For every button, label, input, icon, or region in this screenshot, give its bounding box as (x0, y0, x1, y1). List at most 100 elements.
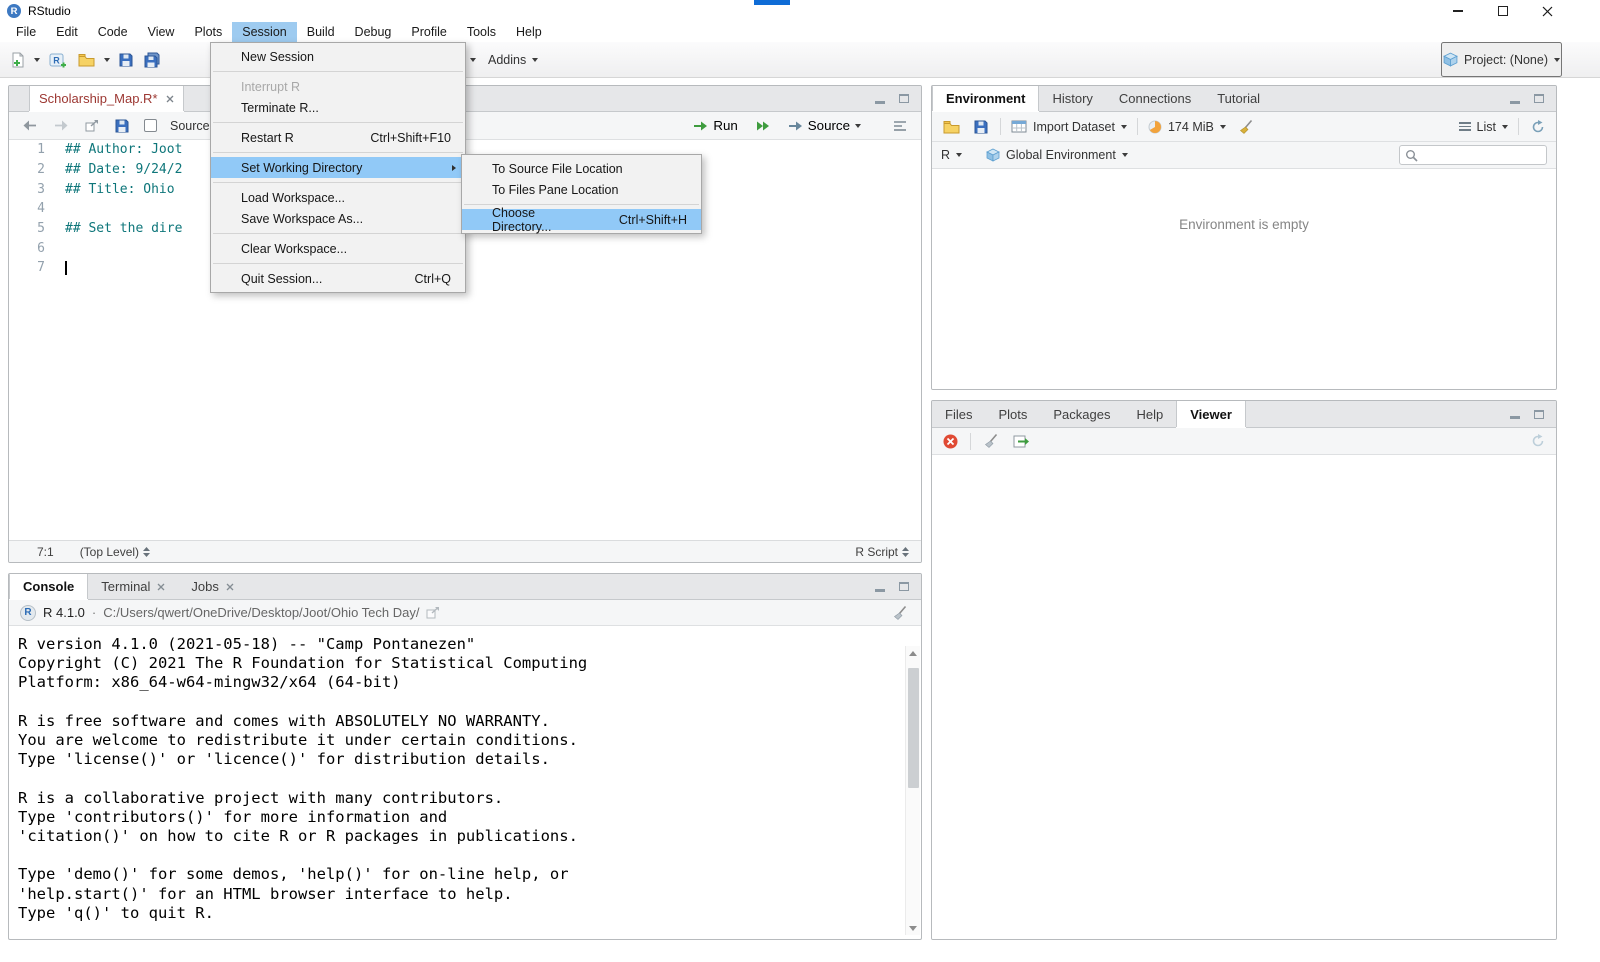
minimize-pane-icon[interactable] (875, 100, 885, 104)
minimize-pane-icon[interactable] (875, 588, 885, 592)
cursor-position: 7:1 (37, 544, 54, 559)
open-file-button[interactable] (76, 47, 97, 73)
environment-search-input[interactable] (1423, 148, 1541, 162)
back-button[interactable] (21, 113, 39, 139)
menu-build[interactable]: Build (297, 22, 345, 42)
menu-item-quit-session[interactable]: Quit Session... Ctrl+Q (211, 268, 465, 289)
save-document-button[interactable] (113, 113, 131, 139)
popout-icon[interactable] (426, 606, 440, 619)
source-button[interactable]: Source (786, 113, 863, 139)
clear-console-button[interactable] (890, 600, 910, 626)
menu-item-new-session[interactable]: New Session (211, 46, 465, 67)
export-viewer-button[interactable] (1011, 428, 1031, 454)
menu-debug[interactable]: Debug (345, 22, 402, 42)
print-dropdown-caret[interactable] (470, 57, 476, 62)
menu-item-choose-directory[interactable]: Choose Directory... Ctrl+Shift+H (462, 206, 701, 234)
menu-help[interactable]: Help (506, 22, 552, 42)
document-outline-button[interactable] (891, 113, 909, 139)
open-recent-dropdown-caret[interactable] (104, 57, 110, 62)
forward-button[interactable] (52, 113, 70, 139)
menu-item-restart-r[interactable]: Restart R Ctrl+Shift+F10 (211, 127, 465, 148)
tab-terminal[interactable]: Terminal (88, 574, 178, 599)
tab-files[interactable]: Files (932, 401, 985, 427)
menu-edit[interactable]: Edit (46, 22, 88, 42)
maximize-pane-icon[interactable] (899, 582, 909, 591)
menu-code[interactable]: Code (88, 22, 138, 42)
menu-item-save-workspace-as[interactable]: Save Workspace As... (211, 208, 465, 229)
refresh-viewer-button[interactable] (1529, 428, 1547, 454)
language-selector[interactable]: R (941, 148, 963, 162)
tab-plots[interactable]: Plots (985, 401, 1040, 427)
scroll-down-button[interactable] (906, 921, 921, 935)
minimize-pane-icon[interactable] (1510, 416, 1520, 419)
popout-icon (85, 119, 98, 131)
menu-file[interactable]: File (6, 22, 46, 42)
menu-profile[interactable]: Profile (401, 22, 456, 42)
menu-session[interactable]: Session (232, 22, 297, 42)
new-file-dropdown-caret[interactable] (34, 57, 40, 62)
console-output[interactable]: R version 4.1.0 (2021-05-18) -- "Camp Po… (9, 626, 921, 939)
load-workspace-button[interactable] (941, 114, 962, 140)
scroll-up-button[interactable] (906, 646, 921, 660)
red-x-circle-icon (943, 434, 958, 448)
close-button[interactable] (1525, 0, 1570, 22)
tab-viewer[interactable]: Viewer (1176, 401, 1246, 427)
tab-environment[interactable]: Environment (932, 86, 1040, 111)
menu-plots[interactable]: Plots (184, 22, 232, 42)
save-workspace-button[interactable] (972, 114, 990, 140)
close-terminal-tab-icon[interactable] (157, 583, 165, 591)
memory-usage-dropdown[interactable]: 174 MiB (1148, 120, 1226, 134)
scrollbar-track[interactable] (906, 660, 921, 921)
source-on-save-checkbox[interactable] (144, 119, 157, 132)
separator-dot: · (91, 605, 97, 620)
console-scrollbar[interactable] (905, 646, 920, 935)
tab-tutorial[interactable]: Tutorial (1204, 86, 1273, 111)
rerun-button[interactable] (754, 113, 772, 139)
tab-jobs[interactable]: Jobs (178, 574, 246, 599)
list-view-dropdown[interactable]: List (1458, 120, 1508, 134)
close-tab-icon[interactable] (166, 95, 174, 103)
tab-connections-label: Connections (1118, 91, 1192, 106)
menu-item-terminate-r[interactable]: Terminate R... (211, 97, 465, 118)
project-selector[interactable]: Project: (None) (1440, 42, 1562, 77)
import-dataset-dropdown[interactable]: Import Dataset (1011, 120, 1127, 134)
refresh-environment-button[interactable] (1529, 114, 1547, 140)
save-button[interactable] (117, 47, 135, 73)
maximize-pane-icon[interactable] (1534, 94, 1544, 103)
open-in-window-button[interactable] (83, 113, 100, 139)
tab-packages[interactable]: Packages (1040, 401, 1123, 427)
minimize-pane-icon[interactable] (1510, 100, 1520, 104)
maximize-pane-icon[interactable] (899, 94, 909, 103)
maximize-pane-icon[interactable] (1534, 409, 1544, 419)
menu-tools[interactable]: Tools (457, 22, 506, 42)
run-button[interactable]: Run (691, 113, 739, 139)
tab-help[interactable]: Help (1123, 401, 1176, 427)
menu-item-clear-workspace[interactable]: Clear Workspace... (211, 238, 465, 259)
tab-console[interactable]: Console (9, 574, 89, 599)
minimize-button[interactable] (1435, 0, 1480, 22)
environment-search[interactable] (1399, 145, 1547, 165)
menu-item-to-source-file-location[interactable]: To Source File Location (462, 158, 701, 179)
menu-item-to-files-pane-location[interactable]: To Files Pane Location (462, 179, 701, 200)
menu-item-set-working-directory[interactable]: Set Working Directory (211, 157, 465, 178)
tab-history[interactable]: History (1039, 86, 1105, 111)
menu-view[interactable]: View (138, 22, 185, 42)
addins-dropdown[interactable]: Addins (488, 53, 539, 67)
source-tab-scholarship-map[interactable]: Scholarship_Map.R* (29, 86, 184, 111)
menu-item-load-workspace[interactable]: Load Workspace... (211, 187, 465, 208)
clear-all-viewer-button[interactable] (981, 428, 1001, 454)
global-environment-selector[interactable]: Global Environment (986, 148, 1128, 162)
scrollbar-thumb[interactable] (907, 667, 919, 788)
save-all-button[interactable] (142, 47, 163, 73)
tab-connections[interactable]: Connections (1106, 86, 1204, 111)
maximize-button[interactable] (1480, 0, 1525, 22)
new-project-button[interactable]: R (47, 47, 69, 73)
environment-body: Environment is empty (932, 169, 1556, 389)
clear-viewer-button[interactable] (941, 428, 960, 454)
file-type-selector[interactable]: R Script (855, 545, 909, 559)
new-file-button[interactable] (8, 47, 27, 73)
close-jobs-tab-icon[interactable] (226, 583, 234, 591)
clear-environment-button[interactable] (1236, 114, 1256, 140)
scope-selector[interactable]: (Top Level) (80, 545, 151, 559)
run-label: Run (713, 118, 738, 133)
